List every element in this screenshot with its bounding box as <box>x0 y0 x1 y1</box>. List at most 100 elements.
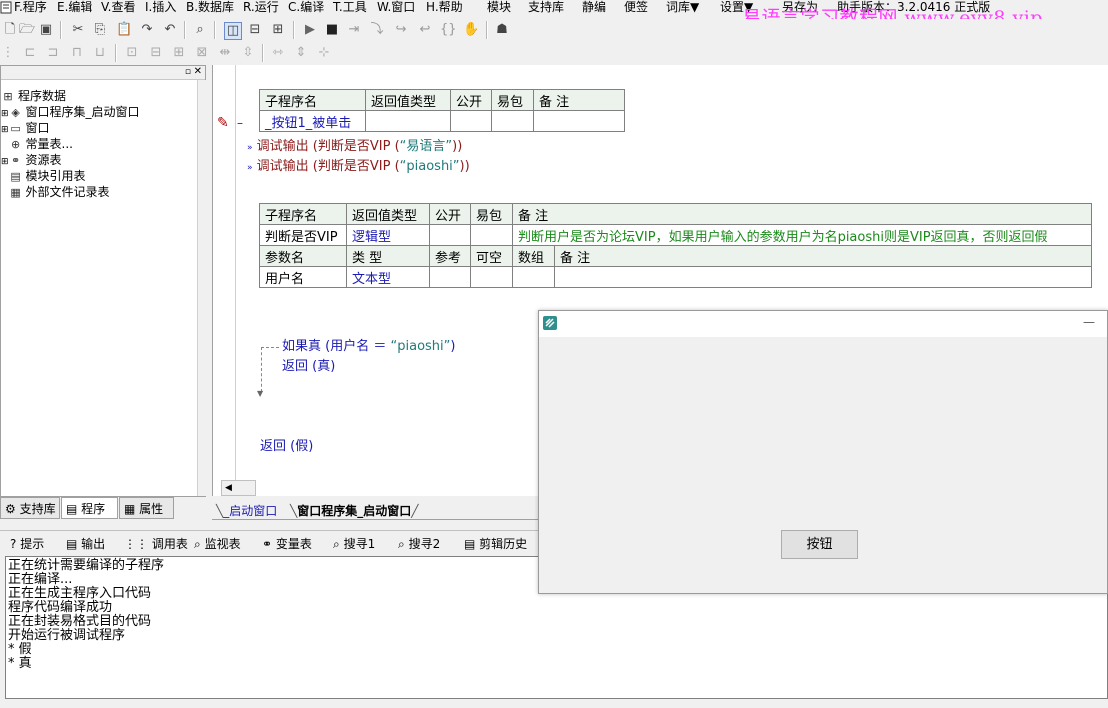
size-icon[interactable]: ⊹ <box>316 45 332 61</box>
align-bottom-icon[interactable]: ⊔ <box>92 45 108 61</box>
step-over-icon[interactable]: ↪ <box>393 22 409 38</box>
tree-item-constants[interactable]: ⊞⊕常量表... <box>1 136 73 152</box>
code-line-if[interactable]: 如果真 (用户名 ＝ “piaoshi”) <box>282 337 455 357</box>
width-icon[interactable]: ⇿ <box>270 45 286 61</box>
height-icon[interactable]: ⇕ <box>293 45 309 61</box>
code-line-return-true[interactable]: 返回 (真) <box>282 357 335 377</box>
param-name-cell[interactable]: 用户名 <box>259 266 347 288</box>
layout-left-icon[interactable]: ◫ <box>224 22 242 40</box>
return-type-cell[interactable]: 逻辑型 <box>346 224 430 246</box>
tab-variables[interactable]: ⚭ 变量表 <box>262 535 312 553</box>
center-v-icon[interactable]: ⊟ <box>148 45 164 61</box>
subroutine-name-cell[interactable]: 判断是否VIP <box>259 224 347 246</box>
window-title-bar[interactable]: — <box>539 311 1107 337</box>
minimize-icon[interactable]: — <box>1083 315 1095 329</box>
tree-item-module-refs[interactable]: ⊞▤模块引用表 <box>1 168 85 184</box>
menu-help[interactable]: H.帮助 <box>426 0 463 17</box>
menu-program[interactable]: F.程序 <box>14 0 47 17</box>
tab-startup-window[interactable]: ╲_启动窗口 <box>216 503 277 519</box>
expand-icon[interactable]: ⊞ <box>1 125 9 135</box>
table-cell[interactable] <box>429 266 471 288</box>
table-cell[interactable] <box>365 110 451 132</box>
menu-window[interactable]: W.窗口 <box>377 0 415 17</box>
scroll-left-icon[interactable]: ◀ <box>225 481 232 495</box>
braces-icon[interactable]: {} <box>440 22 457 38</box>
h-scrollbar[interactable]: ◀ <box>221 480 256 496</box>
tab-search-1[interactable]: ⌕ 搜寻1 <box>333 535 375 553</box>
menu-database[interactable]: B.数据库 <box>186 0 234 17</box>
tab-watch[interactable]: ⌕ 监视表 <box>194 535 241 553</box>
table-cell[interactable] <box>470 224 513 246</box>
find-icon[interactable]: ⌕ <box>192 22 208 38</box>
menu-run[interactable]: R.运行 <box>243 0 279 17</box>
expand-icon[interactable]: ⊞ <box>1 109 9 119</box>
space-h-icon[interactable]: ⇹ <box>217 45 233 61</box>
tab-startup-module[interactable]: ╲窗口程序集_启动窗口╱ <box>290 503 418 519</box>
space-v-icon[interactable]: ⇳ <box>240 45 256 61</box>
save-icon[interactable]: ▣ <box>38 22 54 38</box>
table-cell[interactable] <box>450 110 492 132</box>
helper-icon[interactable]: ☗ <box>494 22 510 38</box>
center-h-icon[interactable]: ⊡ <box>124 45 140 61</box>
code-line[interactable]: » 调试输出 (判断是否VIP (“piaoshi”)) <box>247 157 470 177</box>
tab-support-lib[interactable]: ⚙ 支持库 <box>0 497 60 519</box>
same-width-icon[interactable]: ⊞ <box>171 45 187 61</box>
table-cell[interactable] <box>491 110 534 132</box>
tree-scrollbar[interactable] <box>197 80 206 496</box>
tab-properties[interactable]: ▦ 属性 <box>119 497 174 519</box>
table-cell[interactable] <box>512 266 555 288</box>
table-cell[interactable] <box>429 224 471 246</box>
menu-module[interactable]: 模块 <box>487 0 511 17</box>
menu-notes[interactable]: 便签 <box>624 0 648 17</box>
tree-item-window[interactable]: ⊞ ▭ 窗口 <box>1 120 50 136</box>
tree-root[interactable]: ⊞ 程序数据 <box>1 88 66 104</box>
menu-lexicon[interactable]: 词库▼ <box>666 0 699 17</box>
align-left-icon[interactable]: ⊏ <box>22 45 38 61</box>
undo-icon[interactable]: ↶ <box>162 22 178 38</box>
tree-item-module[interactable]: ⊞ ◈ 窗口程序集_启动窗口 <box>1 104 140 120</box>
menu-tools[interactable]: T.工具 <box>333 0 367 17</box>
table-cell[interactable] <box>470 266 513 288</box>
tab-hint[interactable]: ? 提示 <box>10 535 44 553</box>
cut-icon[interactable]: ✂ <box>70 22 86 38</box>
align-top-icon[interactable]: ⊓ <box>69 45 85 61</box>
tree-item-external-files[interactable]: ⊞▦外部文件记录表 <box>1 184 109 200</box>
menu-compile[interactable]: C.编译 <box>288 0 324 17</box>
run-icon[interactable]: ▶ <box>302 22 318 38</box>
copy-icon[interactable]: ⎘ <box>92 22 108 38</box>
tab-call-table[interactable]: ⋮⋮ 调用表 <box>124 535 188 553</box>
menu-view[interactable]: V.查看 <box>101 0 135 17</box>
new-file-icon[interactable]: 🗋 <box>2 22 18 38</box>
layout-full-icon[interactable]: ⊞ <box>270 22 286 38</box>
remark-cell[interactable]: 判断用户是否为论坛VIP，如果用户输入的参数用户为名piaoshi则是VIP返回… <box>512 224 1092 246</box>
step-out-icon[interactable]: ↩ <box>417 22 433 38</box>
align-right-icon[interactable]: ⊐ <box>45 45 61 61</box>
tab-output[interactable]: ▤ 输出 <box>66 535 105 553</box>
tab-search-2[interactable]: ⌕ 搜寻2 <box>398 535 440 553</box>
expand-icon[interactable]: ⊞ <box>1 157 9 167</box>
step-icon[interactable]: ⇥ <box>346 22 362 38</box>
menu-support-lib[interactable]: 支持库 <box>528 0 564 17</box>
redo-icon[interactable]: ↷ <box>139 22 155 38</box>
layout-bottom-icon[interactable]: ⊟ <box>247 22 263 38</box>
tab-clip-history[interactable]: ▤ 剪辑历史 <box>464 535 527 553</box>
panel-close-icon[interactable]: ✕ <box>194 66 202 78</box>
form-button[interactable]: 按钮 <box>781 530 858 559</box>
stop-icon[interactable]: ■ <box>324 22 340 38</box>
hand-icon[interactable]: ✋ <box>463 22 479 38</box>
menu-insert[interactable]: I.插入 <box>145 0 176 17</box>
panel-float-icon[interactable]: ▫ <box>185 66 191 78</box>
tree-item-resources[interactable]: ⊞ ⚭ 资源表 <box>1 152 62 168</box>
code-line[interactable]: » 调试输出 (判断是否VIP (“易语言”)) <box>247 137 462 157</box>
table-cell[interactable] <box>554 266 1092 288</box>
step-into-icon[interactable]: ⤵ <box>369 22 385 38</box>
param-type-cell[interactable]: 文本型 <box>346 266 430 288</box>
open-folder-icon[interactable]: 🗁 <box>19 22 35 38</box>
code-line-return-false[interactable]: 返回 (假) <box>260 437 313 457</box>
same-height-icon[interactable]: ⊠ <box>194 45 210 61</box>
running-program-window[interactable]: — 按钮 <box>538 310 1108 594</box>
table-cell[interactable] <box>533 110 625 132</box>
subroutine-name-cell[interactable]: _按钮1_被单击 <box>259 110 366 132</box>
tab-program[interactable]: ▤ 程序 <box>61 497 118 519</box>
paste-icon[interactable]: 📋 <box>116 22 132 38</box>
